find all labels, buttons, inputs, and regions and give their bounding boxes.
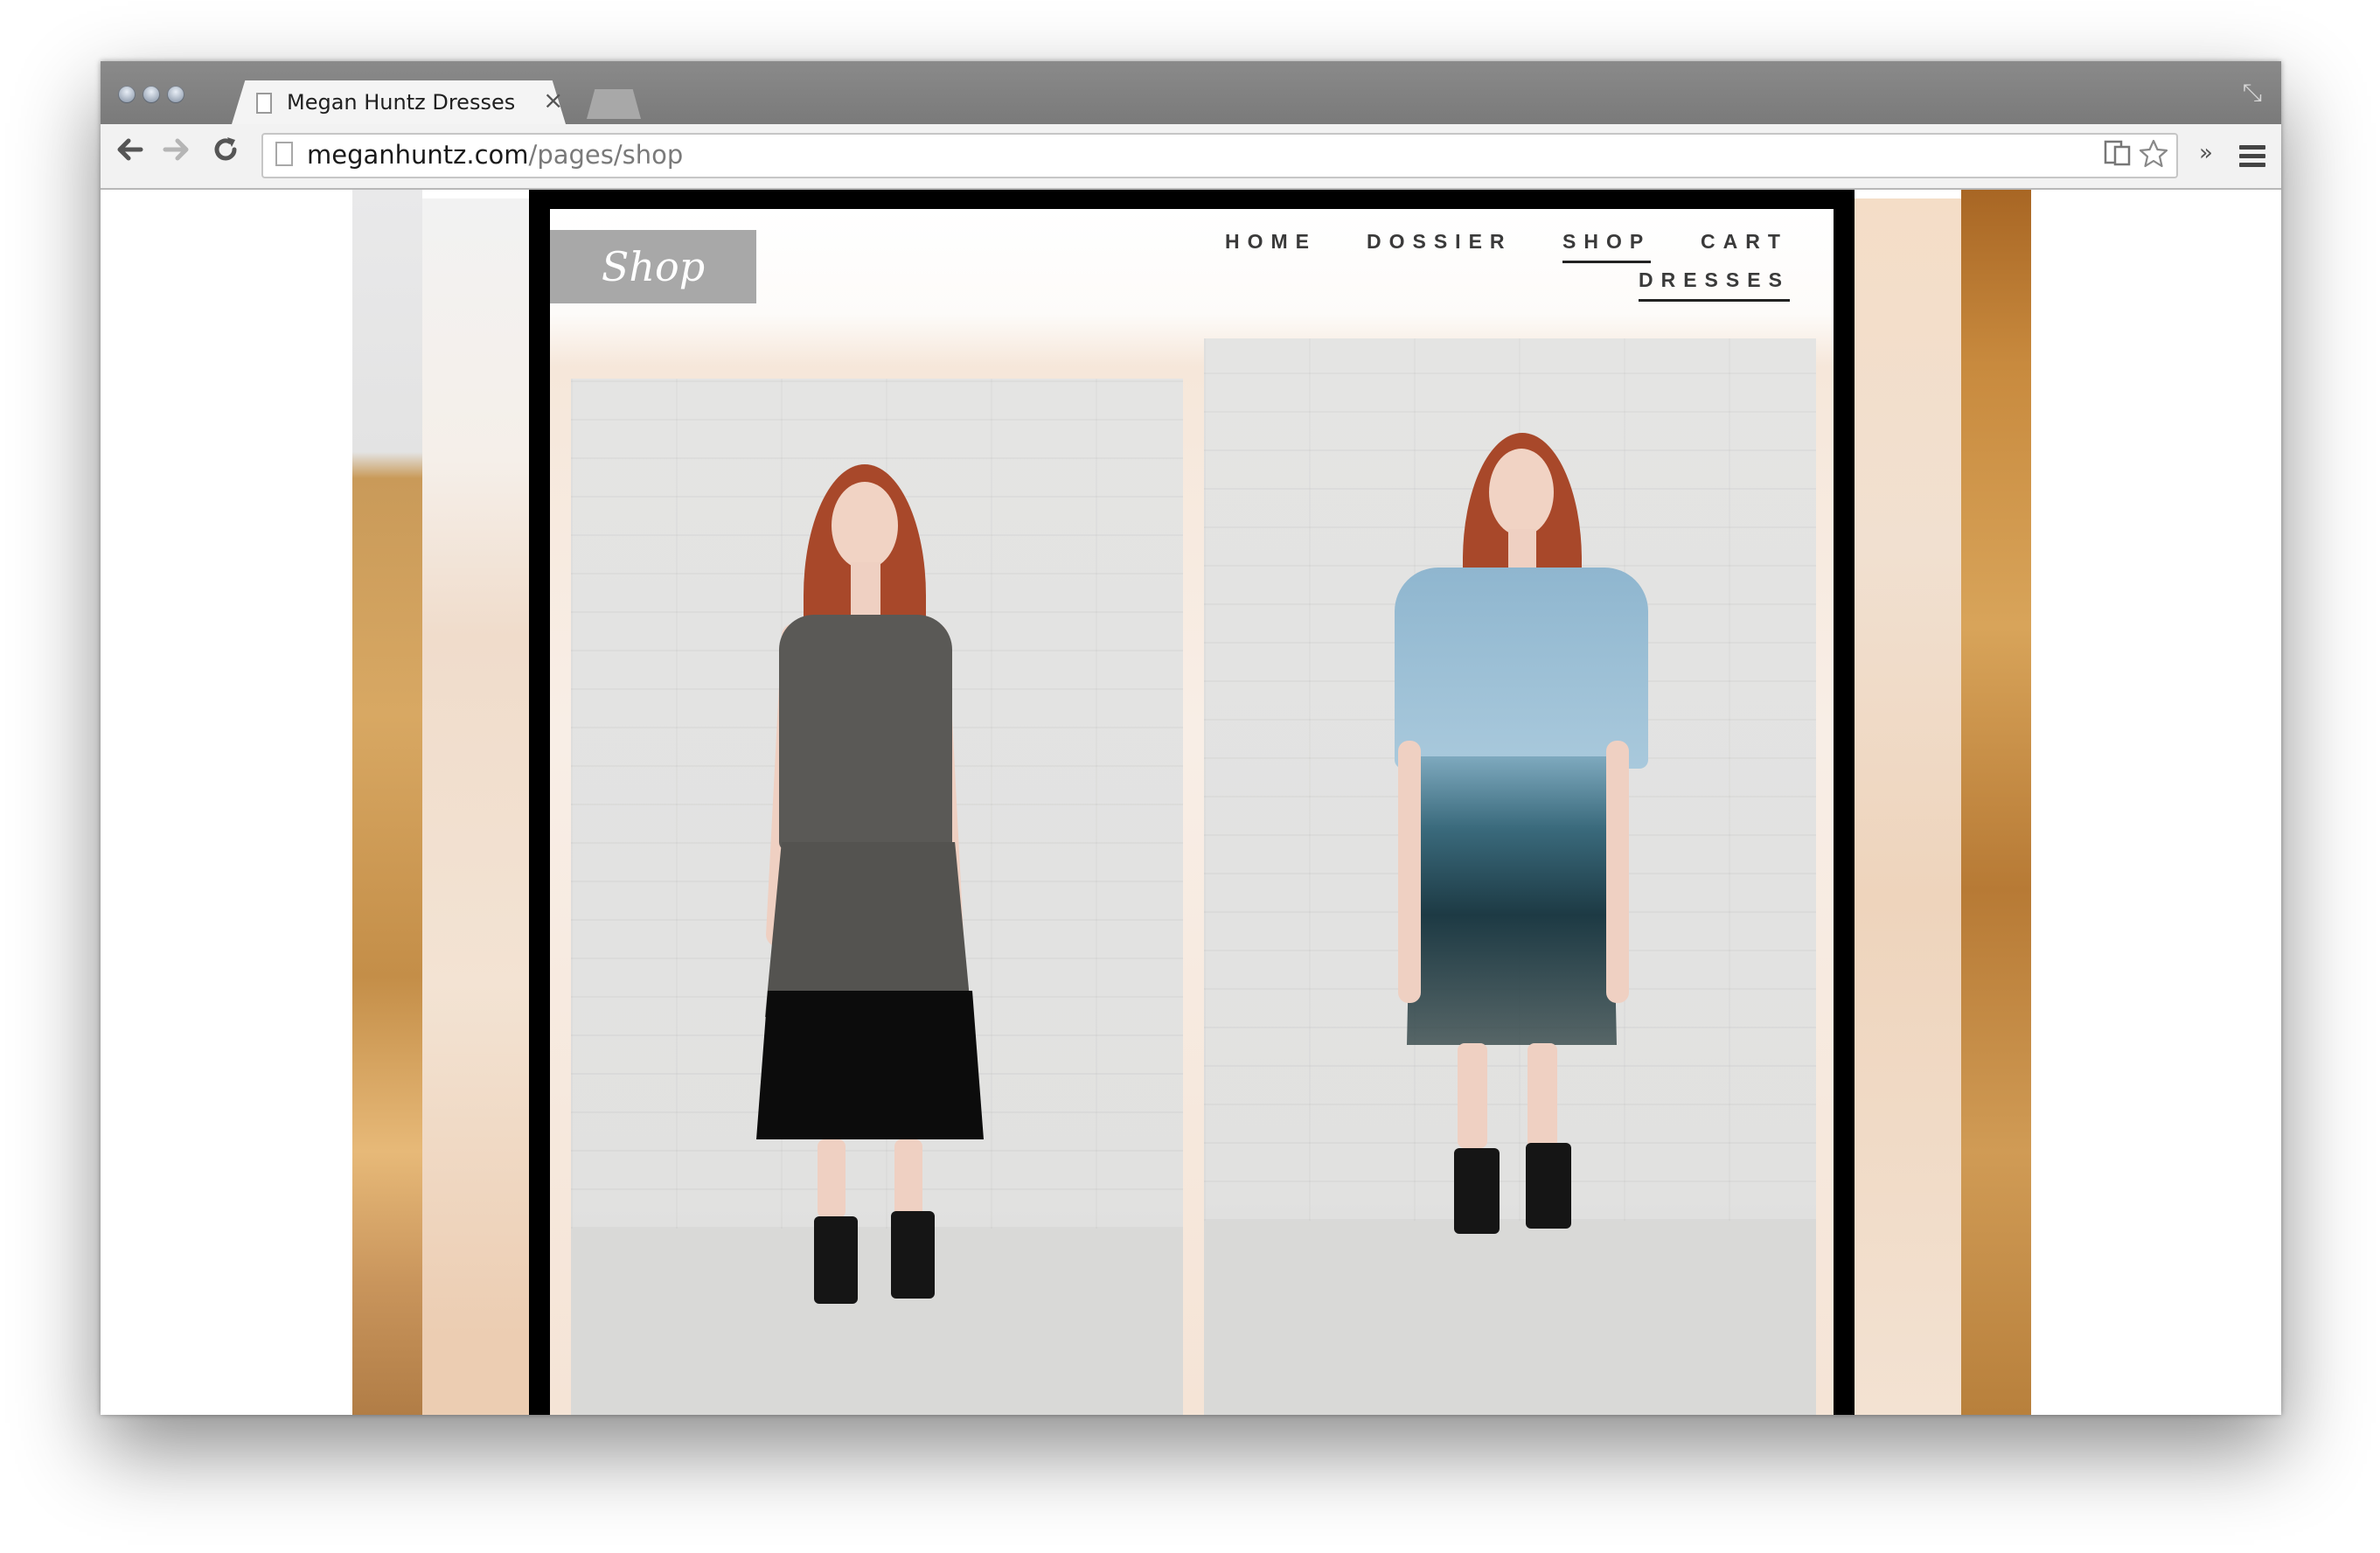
page-title: Shop	[550, 230, 756, 303]
bookmark-star-button[interactable]	[2138, 138, 2169, 178]
model-face	[1489, 449, 1554, 536]
fullscreen-icon[interactable]: ⤡	[2243, 79, 2262, 108]
star-icon	[2139, 139, 2168, 168]
close-tab-icon[interactable]: ×	[543, 86, 563, 115]
model-arm-left	[1398, 741, 1421, 1003]
chrome-menu-icon[interactable]	[2239, 145, 2265, 171]
translate-page-icon	[2104, 140, 2131, 166]
shoe-left	[1454, 1148, 1500, 1234]
shoe-right	[1526, 1143, 1571, 1229]
forward-button[interactable]	[162, 135, 191, 171]
dress-hem	[756, 991, 984, 1139]
shirt-dress-top	[1395, 568, 1648, 769]
close-window-button[interactable]	[118, 86, 136, 103]
dress-bodice	[779, 615, 952, 851]
nav-shop[interactable]: SHOP	[1562, 230, 1652, 263]
url-path: /pages/shop	[528, 140, 684, 170]
zoom-window-button[interactable]	[167, 86, 184, 103]
shoe-left	[814, 1216, 858, 1304]
model-face	[832, 482, 898, 569]
reload-icon	[214, 137, 237, 161]
back-button[interactable]	[115, 135, 144, 171]
arrow-left-icon	[117, 138, 143, 161]
model-arm-right	[1606, 741, 1629, 1003]
url-text[interactable]: meganhuntz.com/pages/shop	[307, 140, 683, 170]
nav-dresses[interactable]: DRESSES	[1639, 268, 1790, 302]
nav-cart[interactable]: CART	[1701, 230, 1788, 254]
product-photo-blue-dress[interactable]	[1204, 338, 1816, 1415]
minimize-window-button[interactable]	[143, 86, 160, 103]
background-panel-left	[422, 198, 529, 1415]
background-panel-right	[1855, 198, 1961, 1415]
background-desert-right	[1961, 190, 2031, 1415]
nav-home[interactable]: HOME	[1225, 230, 1317, 254]
arrow-right-icon	[163, 138, 189, 161]
shop-content: Shop HOME DOSSIER SHOP CART DRESSES	[550, 209, 1834, 1415]
extensions-overflow-button[interactable]: »	[2199, 140, 2213, 166]
new-tab-button[interactable]	[587, 89, 641, 119]
page-info-icon[interactable]	[275, 142, 293, 166]
shirt-dress-skirt	[1407, 756, 1617, 1045]
page-icon	[256, 93, 272, 114]
background-desert-left	[352, 190, 422, 1415]
product-photo-grey-dress[interactable]	[571, 379, 1183, 1415]
nav-dossier[interactable]: DOSSIER	[1367, 230, 1513, 254]
url-host: meganhuntz.com	[307, 140, 529, 170]
shoe-right	[891, 1211, 935, 1299]
tab-title: Megan Huntz Dresses	[287, 90, 516, 115]
reload-button[interactable]	[211, 135, 240, 171]
page-action-icon[interactable]	[2103, 138, 2133, 176]
browser-window: Megan Huntz Dresses × ⤡ meganhuntz.com/p…	[101, 61, 2281, 1415]
page-viewport: Shop HOME DOSSIER SHOP CART DRESSES	[101, 190, 2281, 1415]
